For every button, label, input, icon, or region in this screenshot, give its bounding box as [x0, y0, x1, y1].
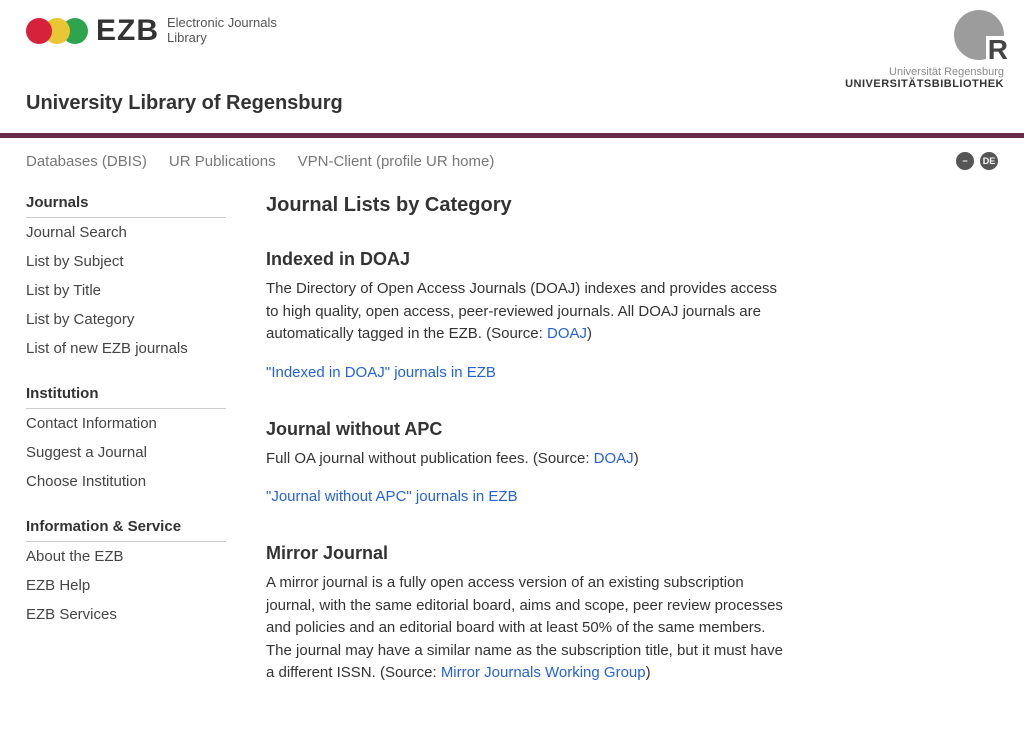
section-apc-source-link[interactable]: DOAJ — [594, 450, 634, 467]
language-switch-button[interactable]: DE — [980, 152, 998, 170]
ur-tagline-2: UNIVERSITÄTSBIBLIOTHEK — [845, 78, 1004, 90]
sidebar-item-ezb-services[interactable]: EZB Services — [26, 606, 117, 623]
ur-circle-icon: R — [954, 10, 1004, 60]
sidebar-group-journals: Journals Journal Search List by Subject … — [26, 194, 226, 363]
sidebar-group-info-service: Information & Service About the EZB EZB … — [26, 518, 226, 629]
section-doaj-title: Indexed in DOAJ — [266, 249, 786, 270]
ezb-logo-subtitle: Electronic Journals Library — [167, 16, 277, 46]
topnav-ur-publications[interactable]: UR Publications — [169, 153, 276, 170]
sidebar-item-contact[interactable]: Contact Information — [26, 415, 157, 432]
section-mirror: Mirror Journal A mirror journal is a ful… — [266, 543, 786, 685]
sidebar-item-about-ezb[interactable]: About the EZB — [26, 548, 124, 565]
page-subtitle: University Library of Regensburg — [26, 92, 998, 115]
top-nav: Databases (DBIS) UR Publications VPN-Cli… — [0, 138, 1024, 184]
section-mirror-body-after: ) — [646, 664, 651, 681]
section-doaj-source-link[interactable]: DOAJ — [547, 325, 587, 342]
sidebar-item-choose-institution[interactable]: Choose Institution — [26, 473, 146, 490]
section-doaj-body-after: ) — [587, 325, 592, 342]
section-doaj: Indexed in DOAJ The Directory of Open Ac… — [266, 249, 786, 381]
sidebar-item-journal-search[interactable]: Journal Search — [26, 224, 127, 241]
body-wrap: Journals Journal Search List by Subject … — [0, 184, 1024, 753]
ur-letter: R — [986, 36, 1010, 64]
section-mirror-source-link[interactable]: Mirror Journals Working Group — [441, 664, 646, 681]
ezb-sub-line1: Electronic Journals — [167, 16, 277, 31]
topnav-databases[interactable]: Databases (DBIS) — [26, 153, 147, 170]
topnav-vpn-client[interactable]: VPN-Client (profile UR home) — [298, 153, 495, 170]
ezb-logo-text: EZB — [96, 14, 159, 48]
section-apc-title: Journal without APC — [266, 419, 786, 440]
main-content: Journal Lists by Category Indexed in DOA… — [266, 194, 786, 723]
ezb-sub-line2: Library — [167, 31, 277, 46]
ur-tagline-1: Universität Regensburg — [845, 66, 1004, 78]
sidebar-heading-journals: Journals — [26, 194, 226, 218]
sidebar-group-institution: Institution Contact Information Suggest … — [26, 385, 226, 496]
section-doaj-body-before: The Directory of Open Access Journals (D… — [266, 280, 777, 342]
sidebar-item-list-by-title[interactable]: List by Title — [26, 282, 101, 299]
section-apc-body-before: Full OA journal without publication fees… — [266, 450, 594, 467]
sidebar-heading-info-service: Information & Service — [26, 518, 226, 542]
sidebar-item-ezb-help[interactable]: EZB Help — [26, 577, 90, 594]
topnav-right-icons: − DE — [956, 152, 998, 170]
sidebar-item-list-by-category[interactable]: List by Category — [26, 311, 134, 328]
sidebar-item-suggest-journal[interactable]: Suggest a Journal — [26, 444, 147, 461]
section-doaj-action-link[interactable]: "Indexed in DOAJ" journals in EZB — [266, 364, 496, 381]
section-doaj-body: The Directory of Open Access Journals (D… — [266, 278, 786, 346]
sidebar-item-list-by-subject[interactable]: List by Subject — [26, 253, 124, 270]
sidebar-item-new-journals[interactable]: List of new EZB journals — [26, 340, 188, 357]
sidebar: Journals Journal Search List by Subject … — [26, 194, 226, 723]
section-apc-body: Full OA journal without publication fees… — [266, 448, 786, 471]
traffic-light-logo — [26, 18, 80, 44]
section-mirror-title: Mirror Journal — [266, 543, 786, 564]
section-apc: Journal without APC Full OA journal with… — [266, 419, 786, 506]
header: EZB Electronic Journals Library R Univer… — [0, 0, 1024, 133]
status-red-icon — [26, 18, 52, 44]
ur-logo: R Universität Regensburg UNIVERSITÄTSBIB… — [845, 10, 1004, 90]
section-mirror-body: A mirror journal is a fully open access … — [266, 572, 786, 685]
section-apc-action-link[interactable]: "Journal without APC" journals in EZB — [266, 488, 518, 505]
section-apc-body-after: ) — [634, 450, 639, 467]
sidebar-heading-institution: Institution — [26, 385, 226, 409]
page-title: Journal Lists by Category — [266, 194, 786, 217]
contrast-icon[interactable]: − — [956, 152, 974, 170]
